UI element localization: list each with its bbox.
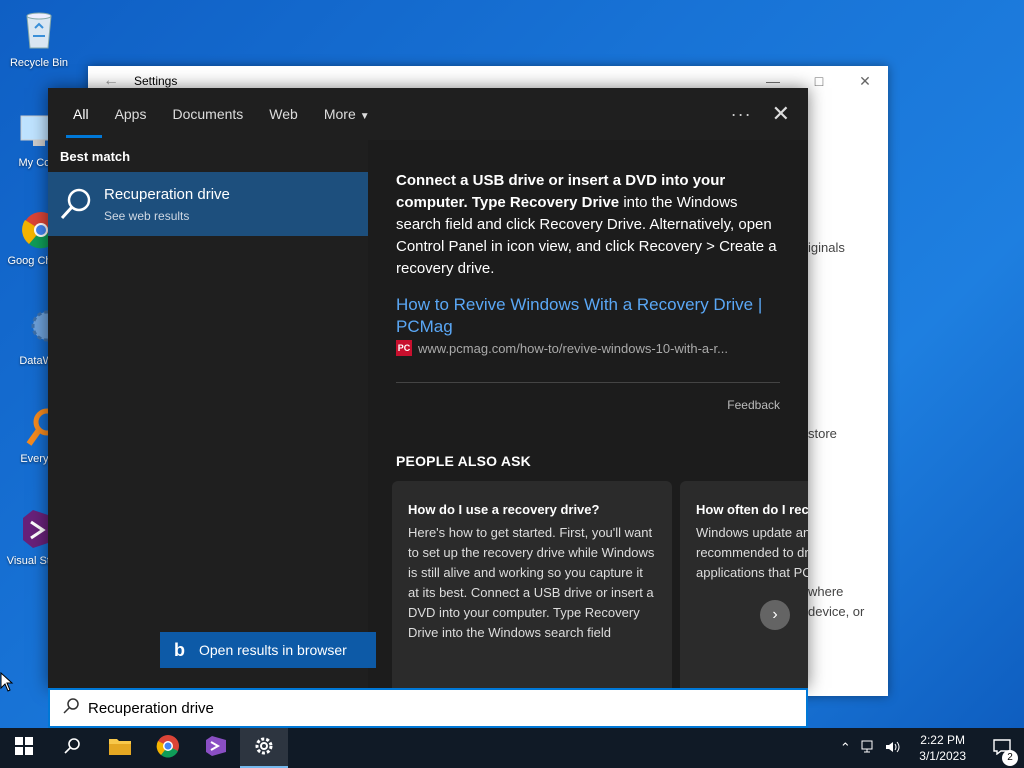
clock-time: 2:22 PM [920, 733, 965, 747]
taskbar-chrome[interactable] [144, 728, 192, 768]
taskbar-settings[interactable] [240, 728, 288, 768]
notification-badge: 2 [1002, 749, 1018, 766]
best-match-result[interactable]: Recuperation drive See web results [48, 172, 368, 236]
tab-label: Documents [172, 106, 244, 122]
taskbar-file-explorer[interactable] [96, 728, 144, 768]
bing-icon: b [174, 639, 185, 660]
tab-label: More [323, 106, 356, 122]
search-input[interactable] [88, 699, 688, 717]
network-icon[interactable] [857, 740, 881, 757]
answer-link[interactable]: How to Revive Windows With a Recovery Dr… [396, 294, 786, 338]
source-row: PC www.pcmag.com/how-to/revive-windows-1… [396, 340, 728, 356]
start-button[interactable] [0, 728, 48, 768]
result-title: Recuperation drive [104, 185, 230, 203]
system-tray: ⌃ 2:22 PM 3/1/2023 2 [833, 728, 1024, 768]
taskbar: ⌃ 2:22 PM 3/1/2023 2 [0, 728, 1024, 768]
tab-label: All [73, 106, 89, 122]
paa-answer: Here's how to get started. First, you'll… [408, 525, 655, 640]
tab-label: Apps [114, 106, 147, 122]
minimize-icon[interactable]: — [750, 73, 796, 89]
action-center-button[interactable]: 2 [980, 738, 1024, 766]
open-browser-label: Open results in browser [199, 642, 347, 658]
close-window-icon[interactable]: ✕ [842, 73, 888, 90]
tab-web[interactable]: Web [256, 88, 311, 140]
result-subtitle: See web results [104, 208, 190, 223]
settings-text-fragment: store [808, 426, 837, 441]
search-tabs: All Apps Documents Web More ▼ ··· ✕ [48, 88, 808, 140]
recycle-bin-icon [17, 8, 61, 52]
tab-apps[interactable]: Apps [102, 88, 160, 140]
search-box[interactable] [48, 688, 808, 728]
paa-card[interactable]: How often do I recovery drive? Windows u… [680, 481, 808, 688]
search-header-actions: ··· ✕ [731, 88, 790, 140]
paa-answer: Windows update and PC performa recommend… [696, 525, 808, 580]
results-list: Best match Recuperation drive See web re… [48, 140, 368, 688]
settings-text-fragment: device, or [808, 604, 865, 619]
best-match-label: Best match [60, 149, 131, 164]
search-icon [63, 737, 81, 760]
search-icon [62, 697, 80, 719]
more-options-icon[interactable]: ··· [731, 104, 752, 125]
maximize-icon[interactable]: □ [796, 73, 842, 89]
open-in-browser-button[interactable]: b Open results in browser [160, 632, 376, 668]
settings-title: Settings [134, 74, 178, 88]
settings-text-fragment: where [808, 584, 844, 599]
source-url: www.pcmag.com/how-to/revive-windows-10-w… [418, 340, 728, 356]
taskbar-search-button[interactable] [48, 728, 96, 768]
caret-down-icon: ▼ [359, 111, 370, 122]
search-icon [48, 186, 104, 222]
folder-icon [108, 736, 132, 761]
gear-icon [253, 735, 275, 762]
tab-all[interactable]: All [60, 88, 102, 140]
tab-label: Web [269, 106, 298, 122]
desktop-icon-recycle-bin[interactable]: Recycle Bin [0, 8, 78, 70]
tab-documents[interactable]: Documents [159, 88, 256, 140]
divider [396, 382, 780, 383]
taskbar-visual-studio[interactable] [192, 728, 240, 768]
desktop-icon-label: Recycle Bin [9, 57, 69, 69]
feedback-link[interactable]: Feedback [727, 398, 780, 412]
windows-logo-icon [15, 736, 33, 760]
paa-question: How do I use a recovery drive? [408, 502, 600, 517]
settings-text-fragment: iginals [808, 240, 845, 255]
answer-text: Connect a USB drive or insert a DVD into… [396, 170, 786, 280]
chrome-icon [156, 734, 180, 763]
chevron-right-icon[interactable]: › [760, 600, 790, 630]
pcmag-logo-icon: PC [396, 340, 412, 356]
volume-icon[interactable] [881, 740, 905, 757]
paa-card[interactable]: How do I use a recovery drive? Here's ho… [392, 481, 672, 688]
clock[interactable]: 2:22 PM 3/1/2023 [905, 732, 980, 764]
tab-more[interactable]: More ▼ [311, 88, 383, 140]
preview-pane: Connect a USB drive or insert a DVD into… [368, 140, 808, 688]
chevron-up-icon[interactable]: ⌃ [833, 740, 857, 756]
visual-studio-icon [204, 734, 228, 763]
people-also-ask-heading: PEOPLE ALSO ASK [396, 453, 531, 469]
paa-question: How often do I recovery drive? [696, 502, 808, 517]
clock-date: 3/1/2023 [919, 749, 966, 763]
close-icon[interactable]: ✕ [772, 101, 790, 127]
mouse-cursor-icon [0, 671, 14, 697]
search-panel: All Apps Documents Web More ▼ ··· ✕ Best … [48, 88, 808, 688]
